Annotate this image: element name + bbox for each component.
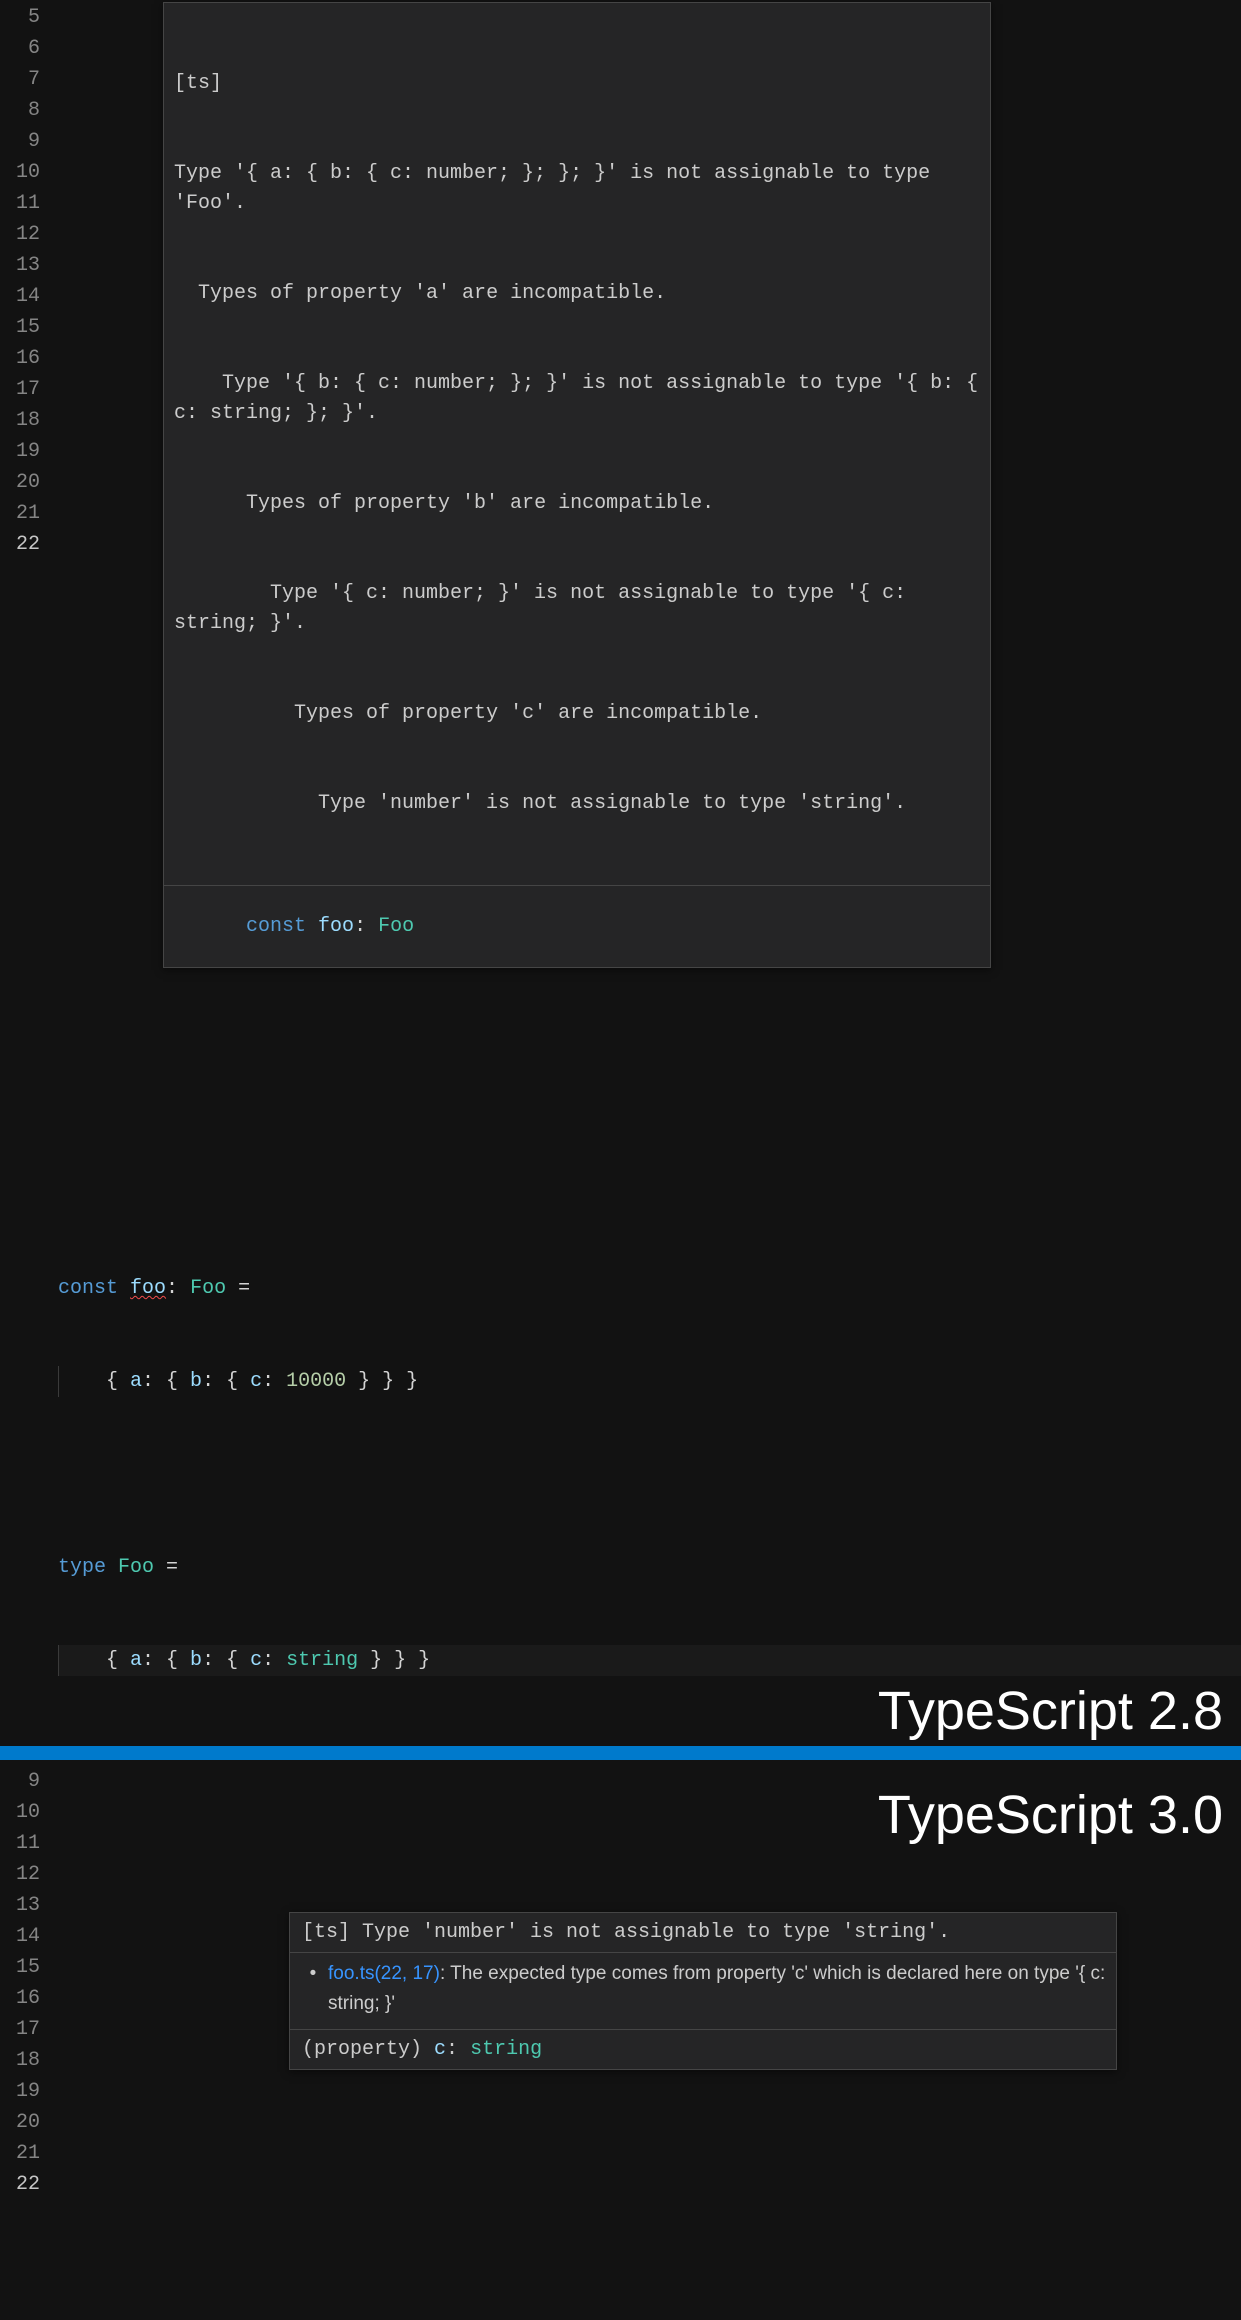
- line-number: 15: [0, 312, 40, 343]
- line-number: 18: [0, 2045, 40, 2076]
- keyword-const: const: [58, 1277, 118, 1300]
- line-number: 19: [0, 436, 40, 467]
- version-label-bottom: TypeScript 3.0: [878, 1784, 1223, 1846]
- line-number: 11: [0, 188, 40, 219]
- line-number: 10: [0, 157, 40, 188]
- line-number: 13: [0, 1890, 40, 1921]
- code-line[interactable]: type Foo =: [58, 1552, 1241, 1583]
- type-foo: Foo: [190, 1277, 226, 1300]
- line-number: 6: [0, 33, 40, 64]
- editor-pane-top: 5 6 7 8 9 10 11 12 13 14 15 16 17 18 19 …: [0, 0, 1241, 1746]
- line-number: 14: [0, 281, 40, 312]
- line-number: 11: [0, 1828, 40, 1859]
- line-number: 16: [0, 1983, 40, 2014]
- line-number: 9: [0, 1766, 40, 1797]
- pane-divider: [0, 1746, 1241, 1760]
- variable-foo-error[interactable]: foo: [130, 1277, 166, 1300]
- line-number: 5: [0, 2, 40, 33]
- line-number: 16: [0, 343, 40, 374]
- hover-declaration: const foo: Foo: [164, 885, 990, 967]
- error-hover-tooltip[interactable]: [ts] Type 'number' is not assignable to …: [289, 1912, 1117, 2070]
- line-number: 19: [0, 2076, 40, 2107]
- type-string: string: [286, 1649, 358, 1672]
- line-number: 15: [0, 1952, 40, 1983]
- error-message: [ts] Type '{ a: { b: { c: number; }; }; …: [164, 3, 990, 885]
- line-number: 14: [0, 1921, 40, 1952]
- line-number: 22: [0, 529, 40, 560]
- line-number: 17: [0, 374, 40, 405]
- number-literal: 10000: [286, 1370, 346, 1393]
- line-number: 12: [0, 219, 40, 250]
- line-number-gutter: 9 10 11 12 13 14 15 16 17 18 19 20 21 22: [0, 1766, 58, 2320]
- error-message: [ts] Type 'number' is not assignable to …: [290, 1913, 1116, 1952]
- line-number: 20: [0, 467, 40, 498]
- line-number: 20: [0, 2107, 40, 2138]
- version-label-top: TypeScript 2.8: [878, 1680, 1223, 1742]
- line-number: 12: [0, 1859, 40, 1890]
- line-number: 8: [0, 95, 40, 126]
- hover-signature: (property) c: string: [290, 2029, 1116, 2069]
- code-line[interactable]: { a: { b: { c: 10000 } } }: [58, 1366, 1241, 1397]
- type-foo: Foo: [118, 1556, 154, 1579]
- code-line[interactable]: const foo: Foo =: [58, 1273, 1241, 1304]
- line-number: 10: [0, 1797, 40, 1828]
- line-number: 18: [0, 405, 40, 436]
- error-hover-tooltip[interactable]: [ts] Type '{ a: { b: { c: number; }; }; …: [163, 2, 991, 968]
- line-number-gutter: 5 6 7 8 9 10 11 12 13 14 15 16 17 18 19 …: [0, 2, 58, 1738]
- file-location-link[interactable]: foo.ts(22, 17): [328, 1963, 440, 1984]
- code-line[interactable]: { a: { b: { c: string } } }: [58, 1645, 1241, 1676]
- line-number: 17: [0, 2014, 40, 2045]
- line-number: 22: [0, 2169, 40, 2200]
- line-number: 21: [0, 498, 40, 529]
- editor-pane-bottom: 9 10 11 12 13 14 15 16 17 18 19 20 21 22…: [0, 1760, 1241, 2320]
- line-number: 21: [0, 2138, 40, 2169]
- keyword-type: type: [58, 1556, 106, 1579]
- line-number: 13: [0, 250, 40, 281]
- line-number: 9: [0, 126, 40, 157]
- related-info: • foo.ts(22, 17): The expected type come…: [290, 1952, 1116, 2029]
- bullet-icon: •: [298, 1959, 328, 2019]
- line-number: 7: [0, 64, 40, 95]
